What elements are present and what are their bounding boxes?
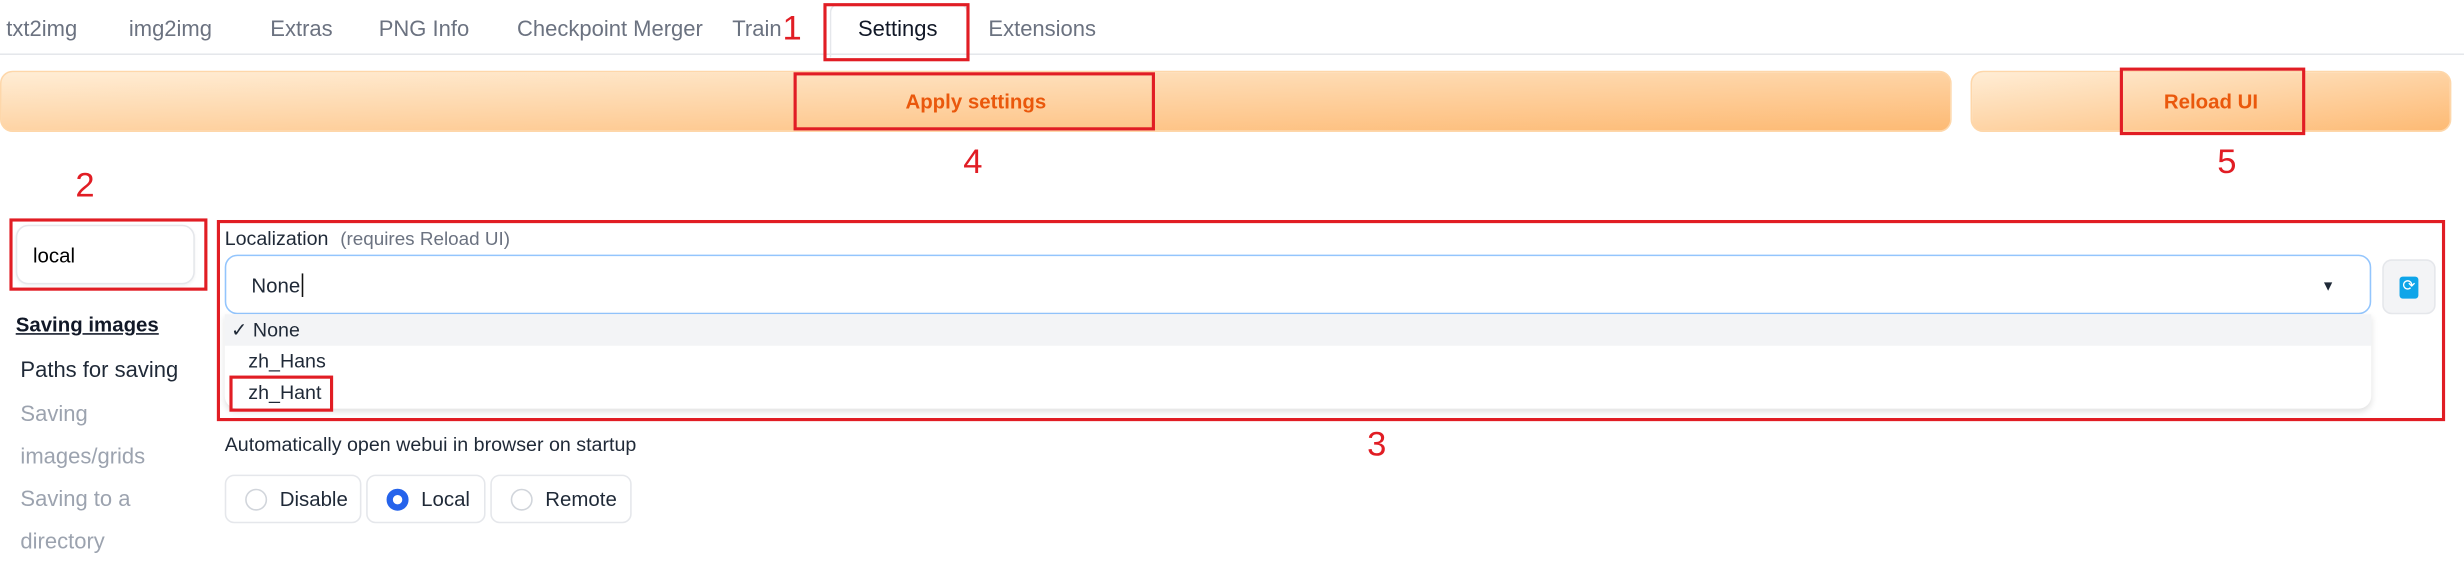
option-zh-hant[interactable]: zh_Hant bbox=[225, 377, 2372, 408]
radio-circle-icon bbox=[245, 487, 268, 510]
tab-train[interactable]: Train bbox=[732, 16, 781, 41]
tab-divider bbox=[0, 53, 2464, 55]
radio-circle-icon bbox=[510, 487, 533, 510]
radio-disable[interactable]: Disable bbox=[224, 474, 362, 524]
sidebar-item-paths-for-saving[interactable]: Paths for saving bbox=[20, 349, 178, 391]
option-zh-hans[interactable]: zh_Hans bbox=[225, 346, 2372, 377]
annotation-number-1: 1 bbox=[782, 7, 802, 48]
annotation-number-3: 3 bbox=[1367, 424, 1387, 464]
localization-hint: (requires Reload UI) bbox=[340, 227, 510, 250]
tab-settings[interactable]: Settings bbox=[858, 16, 938, 41]
tab-extensions[interactable]: Extensions bbox=[988, 16, 1096, 41]
tab-checkpoint-merger[interactable]: Checkpoint Merger bbox=[517, 16, 703, 41]
sidebar-item-saving-images[interactable]: Saving images bbox=[16, 303, 159, 345]
sidebar-item-saving-to-directory[interactable]: Saving to a directory bbox=[20, 478, 161, 563]
localization-value: None bbox=[251, 272, 301, 297]
refresh-icon: ⟳ bbox=[2399, 275, 2419, 298]
tab-txt2img[interactable]: txt2img bbox=[6, 16, 77, 41]
localization-label: Localization (requires Reload UI) bbox=[225, 228, 510, 250]
refresh-localization-button[interactable]: ⟳ bbox=[2382, 259, 2436, 315]
localization-label-text: Localization bbox=[224, 227, 329, 250]
radio-label: Local bbox=[421, 487, 470, 511]
radio-checked-icon bbox=[386, 487, 409, 510]
annotation-number-5: 5 bbox=[2217, 141, 2237, 181]
caret-down-icon: ▼ bbox=[2321, 278, 2336, 294]
tab-img2img[interactable]: img2img bbox=[129, 16, 212, 41]
localization-options-list: ✓ None zh_Hans zh_Hant bbox=[224, 314, 2372, 409]
option-none[interactable]: ✓ None bbox=[224, 314, 2372, 346]
annotation-number-2: 2 bbox=[75, 164, 95, 205]
tab-extras[interactable]: Extras bbox=[270, 16, 332, 41]
apply-settings-button[interactable]: Apply settings bbox=[0, 70, 1952, 132]
radio-local[interactable]: Local bbox=[366, 474, 486, 524]
radio-label: Remote bbox=[545, 487, 617, 511]
autolaunch-label: Automatically open webui in browser on s… bbox=[224, 433, 637, 456]
tab-png-info[interactable]: PNG Info bbox=[379, 16, 470, 41]
sidebar-item-saving-images-grids[interactable]: Saving images/grids bbox=[20, 393, 177, 478]
reload-ui-button[interactable]: Reload UI bbox=[1970, 70, 2452, 132]
radio-label: Disable bbox=[279, 487, 348, 511]
localization-dropdown[interactable]: None ▼ bbox=[224, 254, 2372, 315]
radio-remote[interactable]: Remote bbox=[490, 474, 632, 524]
settings-search-input[interactable] bbox=[15, 224, 195, 285]
annotation-number-4: 4 bbox=[963, 141, 983, 181]
